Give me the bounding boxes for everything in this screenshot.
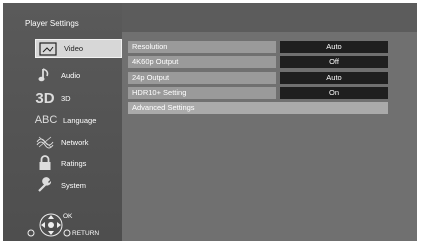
sidebar-item-system[interactable]: System: [33, 176, 118, 194]
sidebar-item-label: Ratings: [61, 158, 87, 168]
sidebar-item-label: System: [61, 180, 87, 190]
setting-label: 4K60p Output: [128, 56, 276, 68]
sidebar-item-label: 3D: [61, 93, 71, 103]
setting-row-4k60p-output[interactable]: 4K60p Output Off: [128, 56, 388, 68]
ok-label: OK: [63, 213, 73, 220]
advanced-settings-label: Advanced Settings: [128, 102, 388, 114]
video-icon: [36, 41, 60, 57]
sidebar-item-label: Network: [61, 137, 89, 147]
sidebar-item-audio[interactable]: Audio: [33, 66, 118, 84]
sidebar-item-label: Audio: [61, 70, 81, 80]
setting-value[interactable]: On: [280, 87, 388, 99]
return-button-icon: [63, 229, 71, 237]
sidebar-item-label: Video: [64, 44, 84, 53]
sidebar-item-video[interactable]: Video: [35, 39, 122, 58]
setting-label: Resolution: [128, 41, 276, 53]
sidebar-item-3d[interactable]: 3D 3D: [33, 89, 118, 107]
setting-row-24p-output[interactable]: 24p Output Auto: [128, 72, 388, 84]
setting-row-resolution[interactable]: Resolution Auto: [128, 41, 388, 53]
music-note-icon: [33, 67, 57, 83]
setting-value[interactable]: Auto: [280, 41, 388, 53]
dpad-icon: [39, 213, 63, 237]
lock-icon: [33, 155, 57, 171]
setting-row-advanced[interactable]: Advanced Settings: [128, 102, 388, 114]
wrench-icon: [33, 177, 57, 193]
remote-hint: OK RETURN: [25, 211, 120, 241]
sidebar-item-ratings[interactable]: Ratings: [33, 154, 118, 172]
setting-value[interactable]: Off: [280, 56, 388, 68]
sidebar-item-language[interactable]: ABC Language: [33, 111, 118, 129]
page-title: Player Settings: [25, 19, 79, 28]
settings-panel: Resolution Auto 4K60p Output Off 24p Out…: [122, 32, 417, 241]
sidebar-item-label: Language: [63, 115, 97, 125]
settings-window: Player Settings Video Audio 3D 3D ABC La…: [3, 3, 417, 241]
circle-icon: [27, 229, 35, 237]
setting-row-hdr10plus[interactable]: HDR10+ Setting On: [128, 87, 388, 99]
sidebar: Player Settings Video Audio 3D 3D ABC La…: [3, 3, 122, 241]
setting-value[interactable]: Auto: [280, 72, 388, 84]
return-label: RETURN: [72, 230, 100, 237]
sidebar-item-network[interactable]: Network: [33, 133, 118, 151]
3d-icon: 3D: [35, 89, 55, 107]
setting-label: HDR10+ Setting: [128, 87, 276, 99]
network-icon: [33, 134, 57, 150]
setting-label: 24p Output: [128, 72, 276, 84]
abc-icon: ABC: [34, 114, 58, 126]
